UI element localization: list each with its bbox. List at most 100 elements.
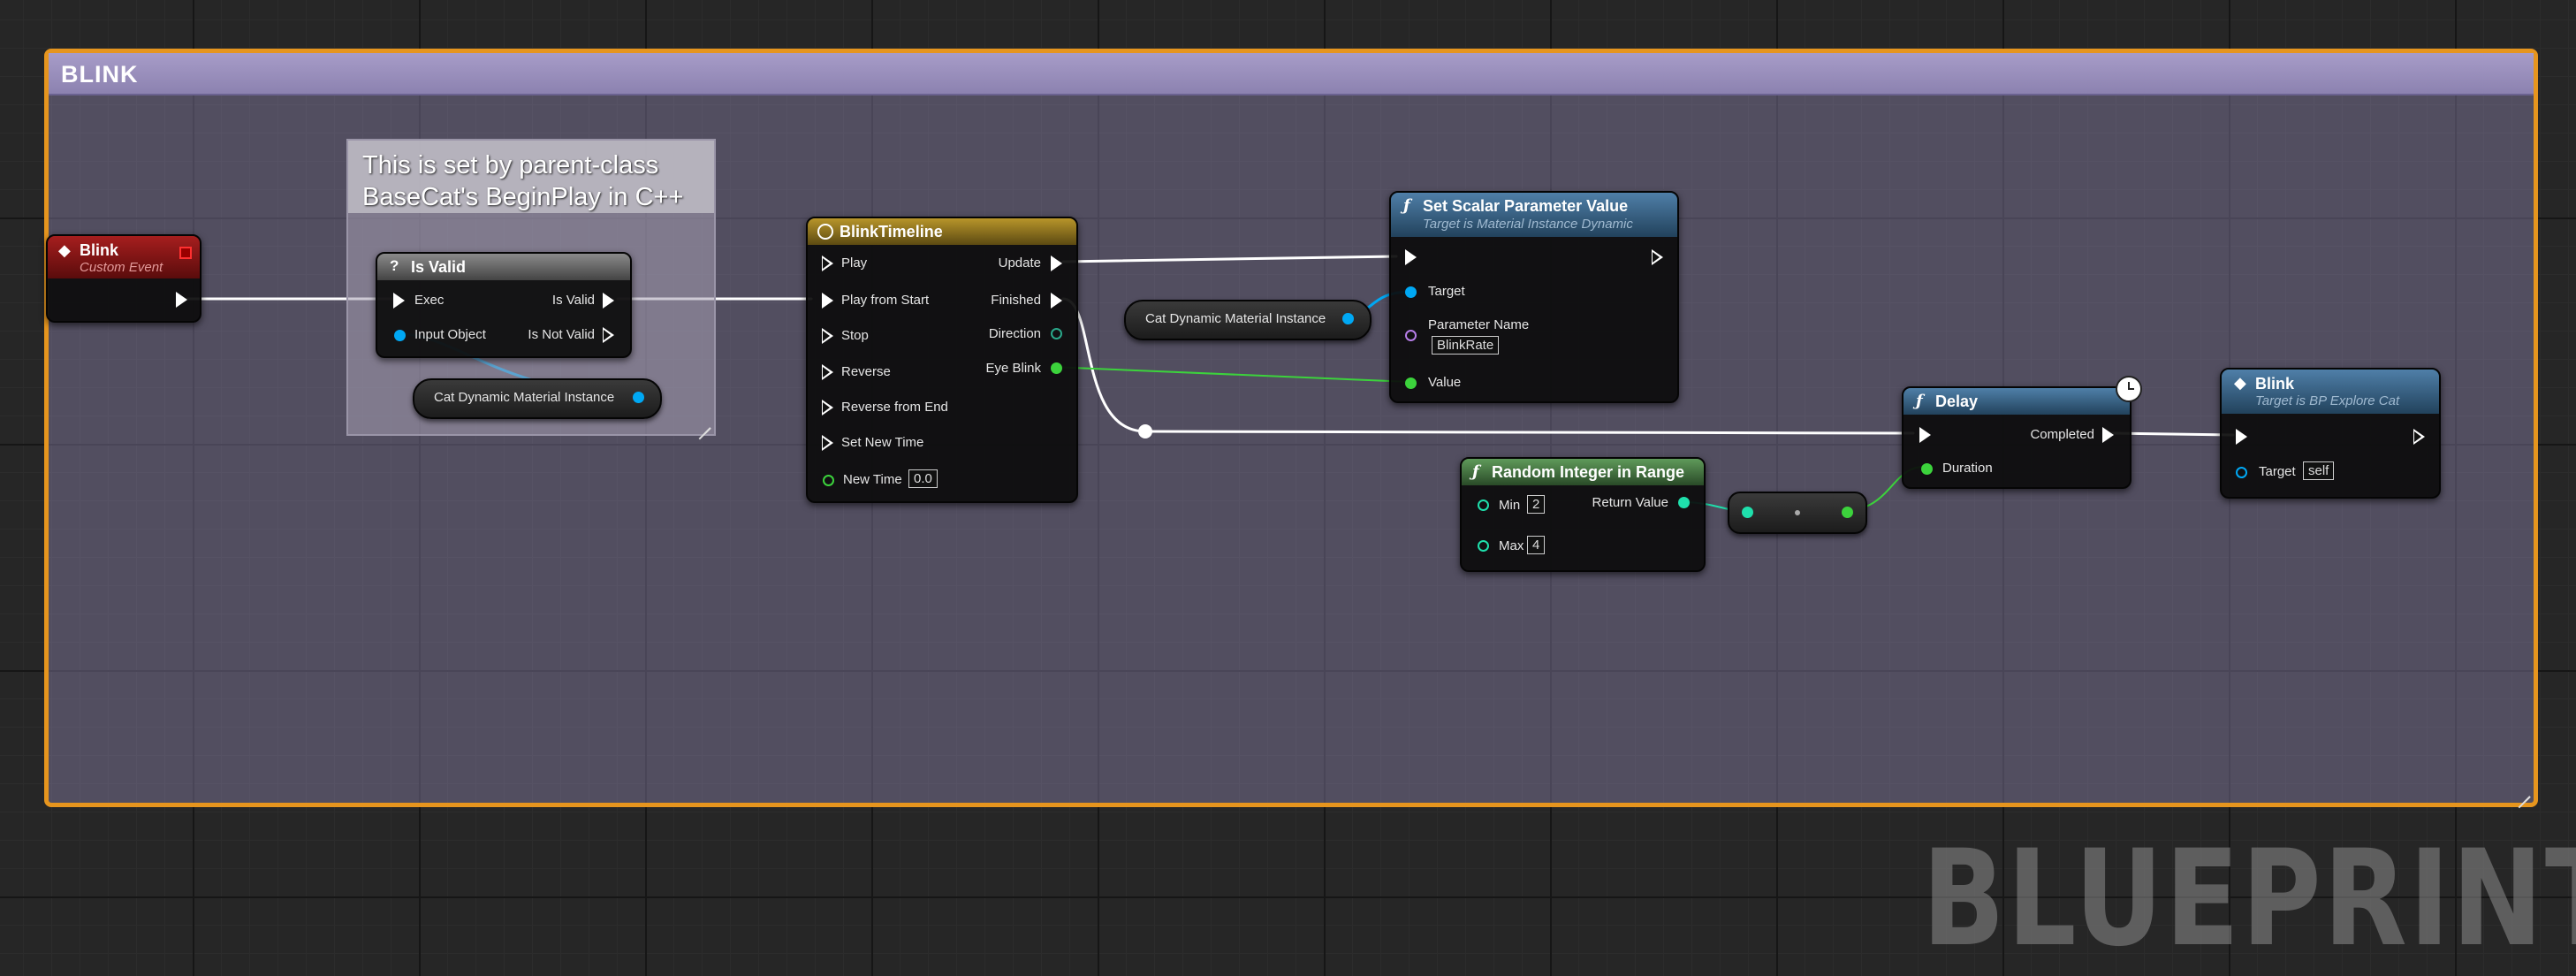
is-not-valid-label: Is Not Valid	[528, 327, 595, 342]
set-scalar-subtitle: Target is Material Instance Dynamic	[1423, 217, 1633, 232]
input-object-pin[interactable]	[394, 330, 406, 341]
value-label: Value	[1428, 375, 1462, 390]
reverse-exec-pin[interactable]	[822, 364, 833, 380]
set-scalar-exec-out-pin[interactable]	[1652, 249, 1663, 265]
delegate-pin[interactable]	[179, 247, 192, 259]
blink-target-input[interactable]: self	[2303, 461, 2335, 480]
direction-pin[interactable]	[1051, 328, 1062, 339]
input-object-label: Input Object	[414, 327, 486, 342]
custom-event-title: Blink	[80, 241, 119, 259]
conversion-dot	[1795, 510, 1800, 515]
variable-out-pin[interactable]	[1342, 313, 1354, 324]
is-valid-exec-out-pin[interactable]	[603, 293, 614, 309]
min-input[interactable]: 2	[1527, 495, 1546, 514]
stop-exec-pin[interactable]	[822, 328, 833, 344]
custom-event-node[interactable]: ◆ Blink Custom Event	[46, 234, 201, 323]
comment-resize-handle[interactable]	[696, 416, 710, 431]
blink-call-subtitle: Target is BP Explore Cat	[2255, 393, 2400, 408]
diamond-icon: ◆	[58, 241, 71, 259]
exec-pin-label: Exec	[414, 293, 445, 308]
blink-call-title: Blink	[2255, 375, 2295, 393]
blink-timeline-node[interactable]: BlinkTimeline Play Play from Start Stop …	[806, 217, 1078, 503]
question-icon: ?	[390, 257, 399, 274]
min-pin[interactable]	[1478, 499, 1489, 511]
delay-node[interactable]: ƒ Delay Completed Duration	[1902, 376, 2142, 489]
random-integer-node[interactable]: ƒ Random Integer in Range Min 2 Max 4 Re…	[1460, 457, 1706, 572]
set-new-time-exec-pin[interactable]	[822, 435, 833, 451]
is-valid-node[interactable]: ? Is Valid Exec Input Object Is Valid Is…	[376, 252, 632, 358]
is-valid-label: Is Valid	[551, 293, 595, 308]
reverse-label: Reverse	[841, 364, 891, 379]
blink-function-call-node[interactable]: ◆ Blink Target is BP Explore Cat Target …	[2220, 368, 2441, 499]
conversion-out-pin[interactable]	[1842, 507, 1853, 518]
cat-material-variable-node[interactable]: Cat Dynamic Material Instance	[1124, 300, 1372, 340]
reverse-from-end-exec-pin[interactable]	[822, 400, 833, 416]
is-valid-exec-in-pin[interactable]	[393, 293, 405, 309]
target-label: Target	[1428, 284, 1465, 299]
stop-label: Stop	[841, 328, 869, 343]
diamond-icon: ◆	[2234, 374, 2246, 392]
finished-exec-pin[interactable]	[1051, 293, 1062, 309]
parameter-name-label: Parameter Name	[1428, 317, 1530, 332]
function-icon: ƒ	[1916, 392, 1923, 410]
return-value-pin[interactable]	[1678, 497, 1690, 508]
play-exec-pin[interactable]	[822, 255, 833, 271]
update-exec-pin[interactable]	[1051, 255, 1062, 271]
target-pin[interactable]	[1405, 286, 1417, 298]
event-exec-out-pin[interactable]	[176, 292, 187, 308]
blink-target-label: Target	[2259, 464, 2296, 479]
clock-icon	[817, 224, 833, 240]
variable-out-pin[interactable]	[633, 392, 644, 403]
blink-call-exec-in-pin[interactable]	[2236, 429, 2247, 445]
delay-exec-in-pin[interactable]	[1919, 427, 1931, 443]
new-time-pin[interactable]	[823, 475, 834, 486]
set-scalar-parameter-node[interactable]: ƒ Set Scalar Parameter Value Target is M…	[1389, 191, 1679, 403]
max-pin[interactable]	[1478, 540, 1489, 552]
latent-clock-icon	[2116, 376, 2142, 402]
int-to-float-conversion-node[interactable]	[1728, 492, 1867, 534]
max-input[interactable]: 4	[1527, 536, 1546, 554]
random-integer-title: Random Integer in Range	[1492, 463, 1685, 481]
blink-target-pin[interactable]	[2236, 467, 2247, 478]
play-from-start-exec-pin[interactable]	[822, 293, 833, 309]
is-not-valid-exec-pin[interactable]	[603, 327, 614, 343]
timeline-title: BlinkTimeline	[840, 223, 943, 240]
return-value-label: Return Value	[1592, 495, 1668, 510]
eye-blink-label: Eye Blink	[985, 361, 1041, 376]
new-time-label: New Time	[843, 472, 902, 487]
set-new-time-label: Set New Time	[841, 435, 924, 450]
reverse-from-end-label: Reverse from End	[841, 400, 948, 415]
value-pin[interactable]	[1405, 377, 1417, 389]
eye-blink-pin[interactable]	[1051, 362, 1062, 374]
min-label: Min	[1499, 498, 1521, 513]
parameter-name-input[interactable]: BlinkRate	[1432, 336, 1500, 355]
completed-exec-pin[interactable]	[2102, 427, 2114, 443]
function-icon: ƒ	[1403, 196, 1410, 215]
custom-event-subtitle: Custom Event	[80, 260, 163, 275]
finished-label: Finished	[991, 293, 1041, 308]
blueprint-watermark: BLUEPRINT	[1922, 822, 2576, 976]
play-from-start-label: Play from Start	[841, 293, 930, 308]
duration-pin[interactable]	[1921, 463, 1933, 475]
is-valid-title: Is Valid	[411, 258, 467, 276]
duration-label: Duration	[1942, 461, 1993, 476]
function-icon: ƒ	[1472, 462, 1479, 481]
parameter-name-pin[interactable]	[1405, 330, 1417, 341]
set-scalar-title: Set Scalar Parameter Value	[1423, 197, 1629, 215]
cat-material-variable-node[interactable]: Cat Dynamic Material Instance	[413, 378, 662, 419]
play-label: Play	[841, 255, 868, 271]
update-label: Update	[998, 255, 1041, 271]
reroute-node	[1138, 424, 1152, 438]
blink-call-exec-out-pin[interactable]	[2413, 429, 2425, 445]
new-time-input[interactable]: 0.0	[908, 469, 938, 488]
float-wire-eyeblink-value	[1051, 366, 1412, 383]
parent-class-comment-header[interactable]: This is set by parent-class BaseCat's Be…	[348, 141, 714, 213]
exec-wire-reroute-delay	[1144, 430, 1915, 435]
variable-label: Cat Dynamic Material Instance	[434, 390, 615, 405]
direction-label: Direction	[988, 326, 1041, 341]
set-scalar-exec-in-pin[interactable]	[1405, 249, 1417, 265]
max-label: Max	[1499, 538, 1524, 553]
conversion-in-pin[interactable]	[1742, 507, 1753, 518]
completed-label: Completed	[2030, 427, 2094, 442]
delay-title: Delay	[1935, 393, 1979, 410]
